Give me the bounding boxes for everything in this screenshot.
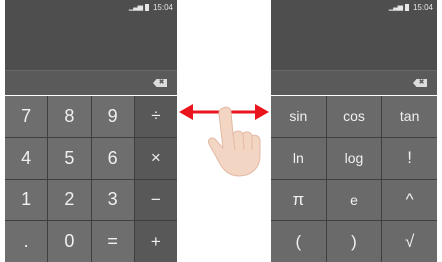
key-1[interactable]: 1 xyxy=(5,179,48,221)
key-factorial[interactable]: ! xyxy=(382,137,437,179)
key-equals[interactable]: = xyxy=(91,221,134,262)
battery-icon xyxy=(404,4,409,11)
key-8[interactable]: 8 xyxy=(48,96,91,137)
backspace-icon[interactable]: ✖ xyxy=(413,79,427,87)
status-bar: ▁▃▅ 15:04 xyxy=(5,0,177,18)
basic-calculator-screen: ▁▃▅ 15:04 ✖ 7 8 9 ÷ 4 5 6 × 1 2 3 − . 0 … xyxy=(5,0,177,262)
key-ln[interactable]: ln xyxy=(271,137,326,179)
edit-bar: ✖ xyxy=(5,70,177,95)
key-open-paren[interactable]: ( xyxy=(271,221,326,262)
key-cos[interactable]: cos xyxy=(326,96,382,137)
signal-icon: ▁▃▅ xyxy=(128,4,143,11)
key-tan[interactable]: tan xyxy=(382,96,437,137)
basic-keypad: 7 8 9 ÷ 4 5 6 × 1 2 3 − . 0 = + xyxy=(5,96,177,262)
scientific-calculator-screen: ▁▃▅ 15:04 ✖ sin cos tan ln log ! π e ^ (… xyxy=(271,0,437,262)
key-sin[interactable]: sin xyxy=(271,96,326,137)
key-divide[interactable]: ÷ xyxy=(134,96,177,137)
signal-icon: ▁▃▅ xyxy=(388,4,403,11)
key-sqrt[interactable]: √ xyxy=(382,221,437,262)
status-time: 15:04 xyxy=(412,3,433,12)
key-6[interactable]: 6 xyxy=(91,137,134,179)
edit-bar: ✖ xyxy=(271,70,437,95)
status-time: 15:04 xyxy=(152,3,173,12)
key-close-paren[interactable]: ) xyxy=(326,221,382,262)
key-4[interactable]: 4 xyxy=(5,137,48,179)
calculator-display xyxy=(271,18,437,70)
key-decimal[interactable]: . xyxy=(5,221,48,262)
swipe-gesture xyxy=(177,90,271,180)
scientific-keypad: sin cos tan ln log ! π e ^ ( ) √ xyxy=(271,96,437,262)
backspace-icon[interactable]: ✖ xyxy=(153,79,167,87)
key-0[interactable]: 0 xyxy=(48,221,91,262)
key-log[interactable]: log xyxy=(326,137,382,179)
key-2[interactable]: 2 xyxy=(48,179,91,221)
swipe-hand-icon xyxy=(208,106,261,177)
key-minus[interactable]: − xyxy=(134,179,177,221)
key-9[interactable]: 9 xyxy=(91,96,134,137)
key-5[interactable]: 5 xyxy=(48,137,91,179)
key-pi[interactable]: π xyxy=(271,179,326,221)
key-multiply[interactable]: × xyxy=(134,137,177,179)
key-power[interactable]: ^ xyxy=(382,179,437,221)
calculator-display xyxy=(5,18,177,70)
key-e[interactable]: e xyxy=(326,179,382,221)
battery-icon xyxy=(144,4,149,11)
status-bar: ▁▃▅ 15:04 xyxy=(271,0,437,18)
key-7[interactable]: 7 xyxy=(5,96,48,137)
key-plus[interactable]: + xyxy=(134,221,177,262)
key-3[interactable]: 3 xyxy=(91,179,134,221)
